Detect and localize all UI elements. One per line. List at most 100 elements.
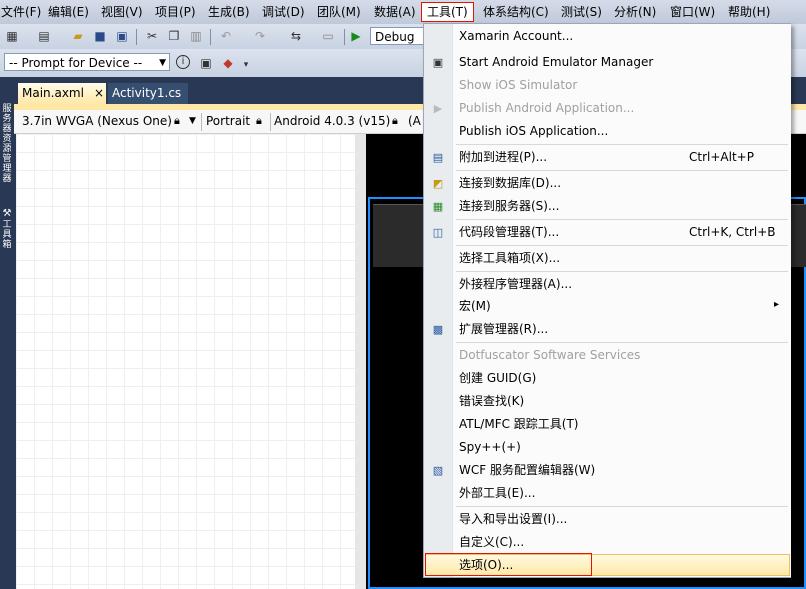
tab-label: Main.axml [22,86,84,100]
menu-item-addin-manager[interactable]: 外接程序管理器(A)... [459,273,572,295]
screen-size-value[interactable]: 3.7in WVGA (Nexus One) [22,114,172,128]
device-info-icon[interactable]: i [176,55,190,69]
orientation-value[interactable]: Portrait [206,114,250,128]
close-icon[interactable]: × [94,86,104,100]
sdk-manager-icon[interactable]: ◆ [220,55,236,71]
menu-item-choose-toolbox-items[interactable]: 选择工具箱项(X)... [459,247,560,269]
menu-item-atl-mfc-trace[interactable]: ATL/MFC 跟踪工具(T) [459,413,578,435]
menu-item-create-guid[interactable]: 创建 GUID(G) [459,367,536,389]
menu-item-xamarin-account[interactable]: Xamarin Account... [459,25,573,47]
lock-icon[interactable]: 🔒︎ [392,114,398,128]
menu-item-import-export[interactable]: 导入和导出设置(I)... [459,508,567,530]
cut-icon[interactable]: ✂ [144,28,160,44]
redo-icon[interactable]: ↷ [252,28,268,44]
database-icon: ◩ [432,177,444,190]
menu-window[interactable]: 窗口(W) [669,3,716,21]
menu-item-code-snippets[interactable]: 代码段管理器(T)... [459,221,559,243]
menu-separator [456,144,788,145]
toolbar-separator [210,29,211,45]
device-bar-separator [270,113,271,131]
paste-icon[interactable]: ▥ [188,28,204,44]
server-icon: ▦ [432,200,444,213]
designer-canvas[interactable] [16,134,366,589]
menu-item-publish-android[interactable]: Publish Android Application... [459,97,634,119]
designer-canvas-edge [355,134,366,589]
menu-item-publish-ios[interactable]: Publish iOS Application... [459,120,608,142]
chevron-down-icon[interactable]: ▼ [189,116,196,126]
menu-separator [456,506,788,507]
device-log-icon[interactable]: ▣ [198,55,214,71]
device-select-value: -- Prompt for Device -- [9,56,143,70]
server-explorer-label: 服务器资源管理器 [2,104,12,184]
menu-item-extension-manager[interactable]: 扩展管理器(R)... [459,318,548,340]
menu-bar: 文件(F) 编辑(E) 视图(V) 项目(P) 生成(B) 调试(D) 团队(M… [0,0,806,24]
menu-item-connect-server[interactable]: 连接到服务器(S)... [459,195,559,217]
chevron-down-icon: ▼ [159,58,166,68]
toolbar-overflow-icon[interactable]: ▾ [238,57,254,73]
copy-icon[interactable]: ❐ [166,28,182,44]
save-icon[interactable]: ■ [92,28,108,44]
menu-separator [456,219,788,220]
menu-architecture[interactable]: 体系结构(C) [482,3,550,21]
undo-icon[interactable]: ↶ [218,28,234,44]
new-project-icon[interactable]: ▦ [4,28,20,44]
menu-project[interactable]: 项目(P) [154,3,197,21]
menu-separator [456,342,788,343]
api-level-value[interactable]: Android 4.0.3 (v15) [274,114,390,128]
menu-view[interactable]: 视图(V) [100,3,144,21]
toolbar-separator [344,29,345,45]
menu-item-spy-plus-plus[interactable]: Spy++(+) [459,436,521,458]
navigate-backward-icon[interactable]: ⇆ [288,28,304,44]
submenu-arrow-icon: ▸ [774,299,780,310]
menu-data[interactable]: 数据(A) [373,3,417,21]
menu-item-customize[interactable]: 自定义(C)... [459,531,524,553]
shortcut-attach-process: Ctrl+Alt+P [689,150,754,164]
menu-help[interactable]: 帮助(H) [727,3,771,21]
open-file-icon[interactable]: ▰ [70,28,86,44]
code-snippet-icon: ◫ [432,226,444,239]
menu-analyze[interactable]: 分析(N) [613,3,657,21]
theme-value[interactable]: (A [408,114,421,128]
toolbox-tab[interactable]: ⚒ 工具箱 [1,208,13,250]
menu-tools[interactable]: 工具(T) [421,2,474,22]
menu-build[interactable]: 生成(B) [207,3,251,21]
solution-configuration-select[interactable]: Debug [370,27,430,45]
menu-item-macros[interactable]: 宏(M) [459,295,491,317]
android-emulator-icon: ▣ [432,56,444,69]
wrench-icon: ⚒ [2,208,12,219]
menu-item-attach-process[interactable]: 附加到进程(P)... [459,146,547,168]
device-bar-separator [201,113,202,131]
menu-separator [456,170,788,171]
menu-item-show-ios-simulator[interactable]: Show iOS Simulator [459,74,577,96]
menu-item-error-lookup[interactable]: 错误查找(K) [459,390,524,412]
lock-icon[interactable]: 🔒︎ [256,114,262,128]
start-debugging-icon[interactable]: ▶ [348,28,364,44]
solution-configuration-value: Debug [375,30,415,44]
menu-item-connect-database[interactable]: 连接到数据库(D)... [459,172,561,194]
lock-icon[interactable]: 🔒︎ [174,114,180,128]
server-explorer-tab[interactable]: 服务器资源管理器 [1,104,13,184]
device-select[interactable]: -- Prompt for Device -- ▼ [4,53,170,71]
menu-item-android-emulator[interactable]: Start Android Emulator Manager [459,51,653,73]
menu-item-wcf-config-editor[interactable]: WCF 服务配置编辑器(W) [459,459,595,481]
shortcut-code-snippets: Ctrl+K, Ctrl+B [689,225,776,239]
save-all-icon[interactable]: ▣ [114,28,130,44]
toolbar-separator [136,29,137,45]
menu-debug[interactable]: 调试(D) [261,3,306,21]
menu-test[interactable]: 测试(S) [560,3,603,21]
tab-main-axml[interactable]: Main.axml × [18,83,106,104]
extension-icon: ▩ [432,323,444,336]
menu-item-external-tools[interactable]: 外部工具(E)... [459,482,535,504]
menu-edit[interactable]: 编辑(E) [47,3,90,21]
menu-item-dotfuscator[interactable]: Dotfuscator Software Services [459,344,640,366]
menu-separator [456,245,788,246]
menu-team[interactable]: 团队(M) [316,3,362,21]
publish-arrow-icon: ▶ [433,102,443,115]
menu-separator [456,271,788,272]
add-item-icon[interactable]: ▤ [36,28,52,44]
menu-file[interactable]: 文件(F) [0,3,42,21]
tab-label: Activity1.cs [112,86,182,100]
navigate-forward-icon[interactable]: ▭ [320,28,336,44]
tab-activity1-cs[interactable]: Activity1.cs [108,83,188,104]
left-tool-rail: 服务器资源管理器 ⚒ 工具箱 [0,80,14,589]
